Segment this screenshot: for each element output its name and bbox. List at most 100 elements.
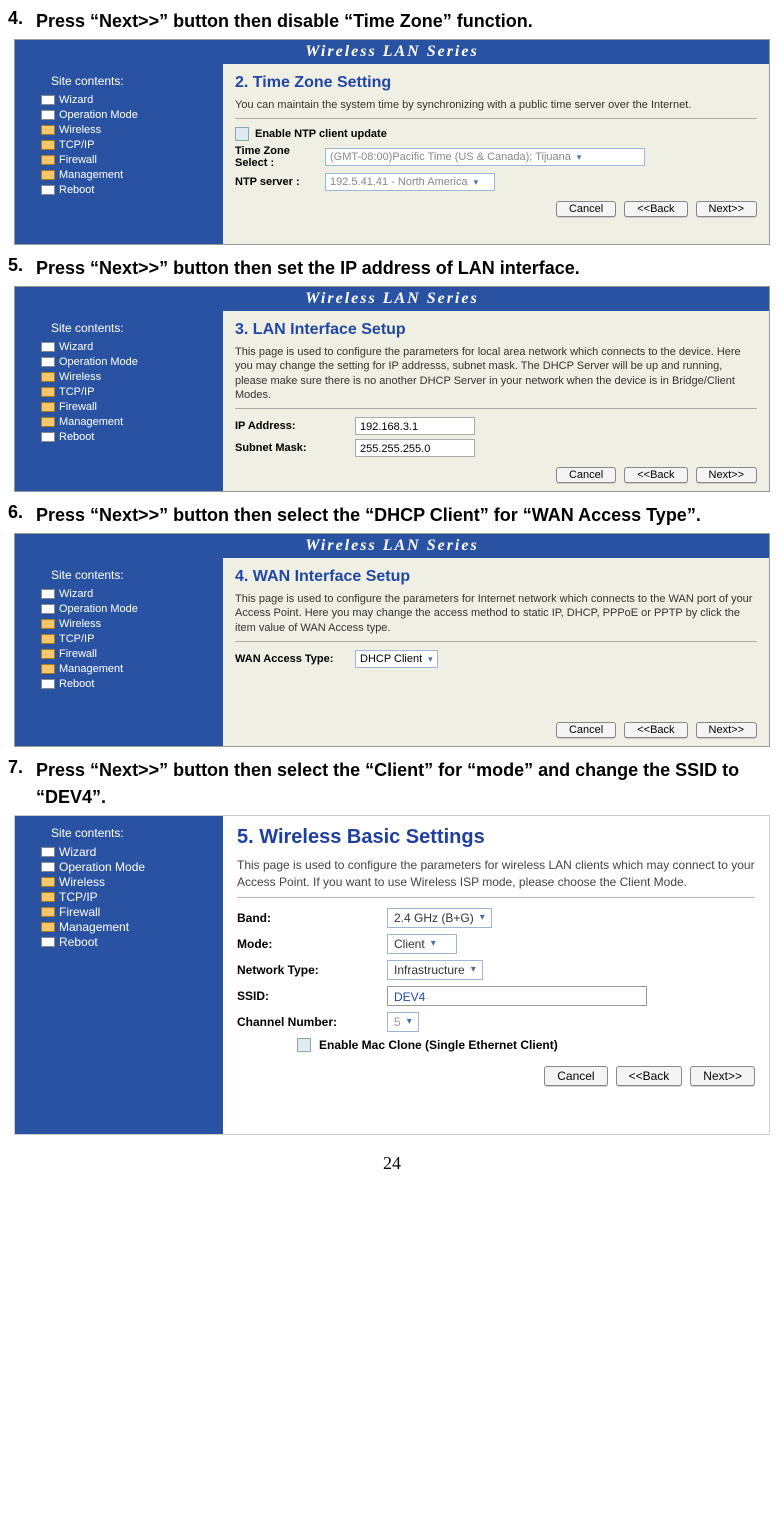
- sidebar-item-tcpip[interactable]: TCP/IP: [21, 889, 217, 904]
- cancel-button[interactable]: Cancel: [556, 722, 616, 738]
- ssid-input[interactable]: DEV4: [387, 986, 647, 1006]
- chevron-down-icon: ▾: [577, 152, 582, 163]
- sidebar-title: Site contents:: [21, 321, 217, 335]
- sidebar-item-wireless[interactable]: Wireless: [21, 616, 217, 631]
- document-icon: [41, 589, 55, 599]
- band-select[interactable]: 2.4 GHz (B+G)▾: [387, 908, 492, 928]
- sidebar-item-firewall[interactable]: Firewall: [21, 152, 217, 167]
- sidebar-item-reboot[interactable]: Reboot: [21, 934, 217, 949]
- step-7: 7. Press “Next>>” button then select the…: [8, 757, 776, 811]
- sidebar-item-management[interactable]: Management: [21, 661, 217, 676]
- panel-desc: This page is used to configure the param…: [235, 592, 757, 635]
- ntp-enable-label: Enable NTP client update: [255, 128, 387, 140]
- sidebar-item-firewall[interactable]: Firewall: [21, 904, 217, 919]
- next-button[interactable]: Next>>: [696, 201, 757, 217]
- step-4: 4. Press “Next>>” button then disable “T…: [8, 8, 776, 35]
- document-icon: [41, 604, 55, 614]
- sidebar-item-management[interactable]: Management: [21, 919, 217, 934]
- folder-icon: [41, 649, 55, 659]
- step-7-text: Press “Next>>” button then select the “C…: [36, 757, 776, 811]
- panel-desc: You can maintain the system time by sync…: [235, 98, 757, 112]
- cancel-button[interactable]: Cancel: [556, 201, 616, 217]
- back-button[interactable]: <<Back: [616, 1066, 683, 1086]
- document-icon: [41, 342, 55, 352]
- button-row: Cancel <<Back Next>>: [235, 722, 757, 738]
- sidebar-item-management[interactable]: Management: [21, 167, 217, 182]
- sidebar-item-firewall[interactable]: Firewall: [21, 646, 217, 661]
- back-button[interactable]: <<Back: [624, 467, 687, 483]
- folder-icon: [41, 170, 55, 180]
- chevron-down-icon: ▾: [407, 1016, 412, 1027]
- back-button[interactable]: <<Back: [624, 722, 687, 738]
- folder-icon: [41, 387, 55, 397]
- divider: [235, 118, 757, 119]
- sidebar-item-opmode[interactable]: Operation Mode: [21, 354, 217, 369]
- panel-title: 3. LAN Interface Setup: [235, 321, 757, 339]
- tz-select[interactable]: (GMT-08:00)Pacific Time (US & Canada); T…: [325, 148, 645, 166]
- next-button[interactable]: Next>>: [690, 1066, 755, 1086]
- chevron-down-icon: ▾: [474, 177, 479, 188]
- sidebar-item-reboot[interactable]: Reboot: [21, 676, 217, 691]
- next-button[interactable]: Next>>: [696, 722, 757, 738]
- panel-title: 2. Time Zone Setting: [235, 74, 757, 92]
- window-titlebar: Wireless LAN Series: [15, 287, 769, 311]
- sidebar-item-wizard[interactable]: Wizard: [21, 92, 217, 107]
- sidebar-item-opmode[interactable]: Operation Mode: [21, 859, 217, 874]
- sidebar-item-wireless[interactable]: Wireless: [21, 369, 217, 384]
- wan-select[interactable]: DHCP Client▾: [355, 650, 438, 668]
- sidebar-item-management[interactable]: Management: [21, 414, 217, 429]
- sidebar-item-reboot[interactable]: Reboot: [21, 182, 217, 197]
- cancel-button[interactable]: Cancel: [556, 467, 616, 483]
- folder-icon: [41, 877, 55, 887]
- sidebar-item-firewall[interactable]: Firewall: [21, 399, 217, 414]
- folder-icon: [41, 402, 55, 412]
- document-icon: [41, 357, 55, 367]
- sidebar-title: Site contents:: [21, 568, 217, 582]
- sidebar-item-tcpip[interactable]: TCP/IP: [21, 631, 217, 646]
- button-row: Cancel <<Back Next>>: [237, 1066, 755, 1086]
- document-icon: [41, 185, 55, 195]
- step-5-text: Press “Next>>” button then set the IP ad…: [36, 255, 776, 282]
- document-icon: [41, 937, 55, 947]
- ip-input[interactable]: 192.168.3.1: [355, 417, 475, 435]
- sidebar-item-tcpip[interactable]: TCP/IP: [21, 137, 217, 152]
- sidebar: Site contents: Wizard Operation Mode Wir…: [15, 64, 223, 244]
- chevron-down-icon: ▾: [431, 938, 436, 949]
- sidebar-item-wireless[interactable]: Wireless: [21, 122, 217, 137]
- document-icon: [41, 95, 55, 105]
- cancel-button[interactable]: Cancel: [544, 1066, 607, 1086]
- divider: [235, 641, 757, 642]
- sidebar-item-wizard[interactable]: Wizard: [21, 844, 217, 859]
- document-icon: [41, 679, 55, 689]
- step-5: 5. Press “Next>>” button then set the IP…: [8, 255, 776, 282]
- back-button[interactable]: <<Back: [624, 201, 687, 217]
- mask-label: Subnet Mask:: [235, 442, 355, 454]
- sidebar-item-tcpip[interactable]: TCP/IP: [21, 384, 217, 399]
- ntp-enable-checkbox[interactable]: [235, 127, 249, 141]
- macclone-checkbox[interactable]: [297, 1038, 311, 1052]
- chan-select[interactable]: 5▾: [387, 1012, 419, 1032]
- folder-icon: [41, 922, 55, 932]
- window-titlebar: Wireless LAN Series: [15, 534, 769, 558]
- sidebar-item-wizard[interactable]: Wizard: [21, 586, 217, 601]
- sidebar-item-wireless[interactable]: Wireless: [21, 874, 217, 889]
- page-number: 24: [8, 1153, 776, 1174]
- sidebar-item-wizard[interactable]: Wizard: [21, 339, 217, 354]
- folder-icon: [41, 372, 55, 382]
- step-7-num: 7.: [8, 757, 36, 811]
- panel-desc: This page is used to configure the param…: [235, 345, 757, 402]
- sidebar-item-opmode[interactable]: Operation Mode: [21, 601, 217, 616]
- folder-icon: [41, 140, 55, 150]
- step-5-num: 5.: [8, 255, 36, 282]
- sidebar-item-reboot[interactable]: Reboot: [21, 429, 217, 444]
- mask-input[interactable]: 255.255.255.0: [355, 439, 475, 457]
- mode-select[interactable]: Client▾: [387, 934, 457, 954]
- nettype-select[interactable]: Infrastructure▾: [387, 960, 483, 980]
- document-icon: [41, 862, 55, 872]
- ntp-server-select[interactable]: 192.5.41.41 - North America▾: [325, 173, 495, 191]
- sidebar-item-opmode[interactable]: Operation Mode: [21, 107, 217, 122]
- content-timezone: 2. Time Zone Setting You can maintain th…: [223, 64, 769, 244]
- sidebar-title: Site contents:: [21, 826, 217, 840]
- document-icon: [41, 847, 55, 857]
- next-button[interactable]: Next>>: [696, 467, 757, 483]
